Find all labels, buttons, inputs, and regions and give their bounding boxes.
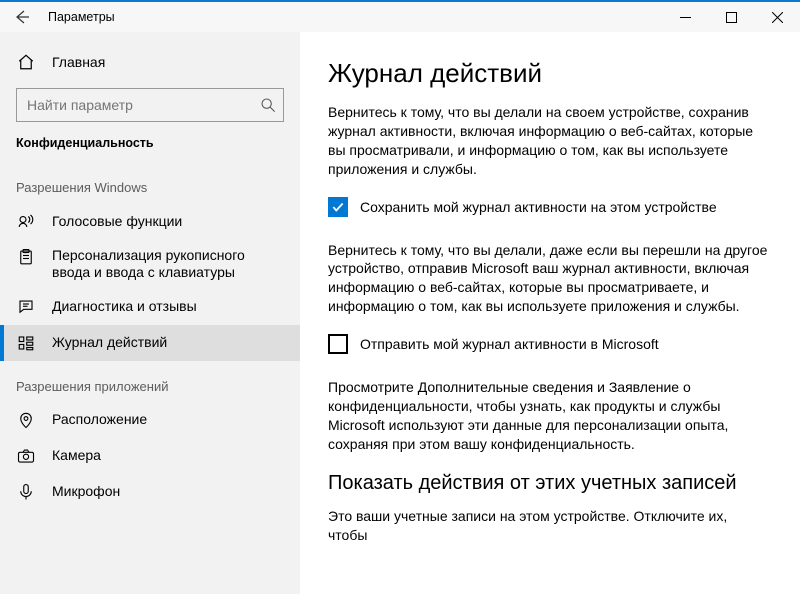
paragraph: Это ваши учетные записи на этом устройст… [328,507,770,545]
sidebar-item-speech[interactable]: Голосовые функции [0,203,300,239]
minimize-icon [680,12,691,23]
sidebar-item-ink-typing[interactable]: Персонализация рукописного ввода и ввода… [0,239,300,289]
titlebar: Параметры [0,0,800,32]
close-icon [772,12,783,23]
section-heading: Показать действия от этих учетных записе… [328,472,770,495]
page-title: Журнал действий [328,58,770,89]
sidebar-item-label: Микрофон [52,483,120,500]
sidebar-item-label: Расположение [52,411,147,428]
checkbox-store-activity[interactable] [328,197,348,217]
sidebar-item-microphone[interactable]: Микрофон [0,474,300,510]
search-icon [260,97,276,113]
content: Журнал действий Вернитесь к тому, что вы… [300,32,800,594]
minimize-button[interactable] [662,1,708,33]
feedback-icon [16,297,36,317]
sidebar-item-camera[interactable]: Камера [0,438,300,474]
sidebar-search[interactable] [16,88,284,122]
checkbox-row-send[interactable]: Отправить мой журнал активности в Micros… [328,334,770,354]
sidebar-item-label: Персонализация рукописного ввода и ввода… [52,247,282,281]
sidebar-item-activity-history[interactable]: Журнал действий [0,325,300,361]
maximize-button[interactable] [708,1,754,33]
window-title: Параметры [44,10,115,24]
clipboard-icon [16,247,36,267]
sidebar-item-label: Камера [52,447,101,464]
sidebar-home[interactable]: Главная [0,44,300,80]
sidebar: Главная Конфиденциальность Разрешения Wi… [0,32,300,594]
camera-icon [16,446,36,466]
sidebar-category: Конфиденциальность [0,136,300,162]
sidebar-section-apps: Разрешения приложений [0,361,300,402]
close-button[interactable] [754,1,800,33]
sidebar-item-label: Голосовые функции [52,213,182,230]
checkbox-label: Сохранить мой журнал активности на этом … [360,199,717,215]
home-icon [16,52,36,72]
sidebar-item-diagnostics[interactable]: Диагностика и отзывы [0,289,300,325]
paragraph: Просмотрите Дополнительные сведения и За… [328,378,770,454]
microphone-icon [16,482,36,502]
search-input[interactable] [16,88,284,122]
speech-icon [16,211,36,231]
checkbox-send-activity[interactable] [328,334,348,354]
check-icon [331,200,345,214]
sidebar-home-label: Главная [52,54,105,71]
paragraph: Вернитесь к тому, что вы делали, даже ес… [328,241,770,317]
back-button[interactable] [0,1,44,33]
location-icon [16,410,36,430]
sidebar-section-windows: Разрешения Windows [0,162,300,203]
checkbox-row-store[interactable]: Сохранить мой журнал активности на этом … [328,197,770,217]
checkbox-label: Отправить мой журнал активности в Micros… [360,336,659,352]
activity-icon [16,333,36,353]
maximize-icon [726,12,737,23]
sidebar-item-label: Журнал действий [52,334,167,351]
sidebar-item-location[interactable]: Расположение [0,402,300,438]
paragraph: Вернитесь к тому, что вы делали на своем… [328,103,770,179]
sidebar-item-label: Диагностика и отзывы [52,298,197,315]
arrow-left-icon [14,9,30,25]
